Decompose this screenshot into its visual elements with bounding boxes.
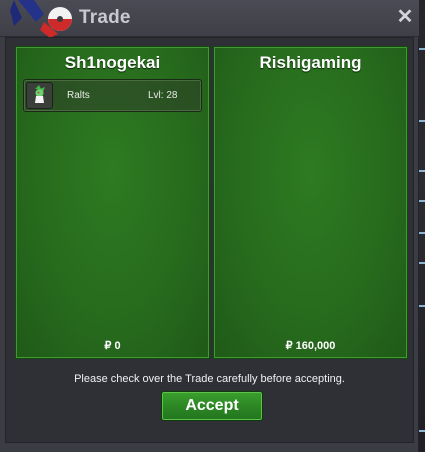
trade-window: Trade ✕ Sh1nogekai Ralts Lvl: 28 ₽ 0 Ris… <box>0 0 419 452</box>
player-name-right: Rishigaming <box>259 53 362 72</box>
accept-button[interactable]: Accept <box>161 391 263 421</box>
trade-panel-right: Rishigaming ₽ 160,000 <box>213 46 408 359</box>
game-logo-icon <box>10 0 72 38</box>
trade-item-row[interactable]: Ralts Lvl: 28 <box>23 79 202 112</box>
money-left: ₽ 0 <box>104 340 121 352</box>
player-name-left: Sh1nogekai <box>64 53 161 72</box>
background-game-ui <box>418 0 425 452</box>
trade-panel-left: Sh1nogekai Ralts Lvl: 28 ₽ 0 <box>15 46 210 359</box>
money-right: ₽ 160,000 <box>285 340 336 352</box>
pokemon-icon-slot <box>26 82 53 109</box>
trade-content: Sh1nogekai Ralts Lvl: 28 ₽ 0 Rishigaming <box>5 37 414 443</box>
pokemon-name: Ralts <box>67 90 90 101</box>
close-icon[interactable]: ✕ <box>396 7 414 27</box>
window-title: Trade <box>79 7 131 28</box>
pokemon-level: Lvl: 28 <box>148 90 178 101</box>
title-bar[interactable]: Trade ✕ <box>0 0 419 38</box>
ralts-icon <box>35 85 45 103</box>
trade-notice: Please check over the Trade carefully be… <box>74 373 345 385</box>
